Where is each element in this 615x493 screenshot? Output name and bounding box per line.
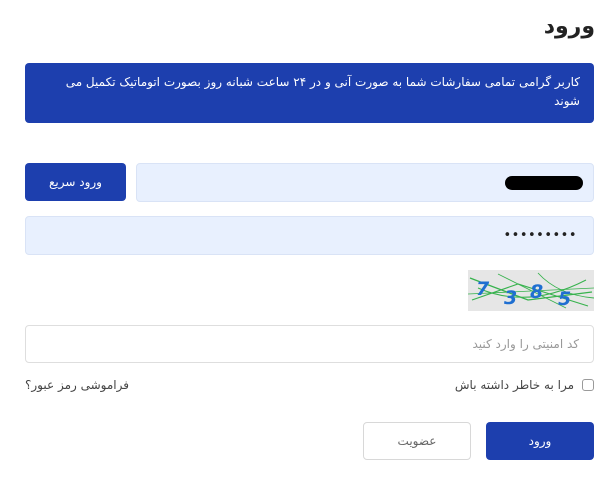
username-field[interactable] bbox=[136, 163, 594, 202]
quick-login-button[interactable]: ورود سریع bbox=[25, 163, 126, 201]
page-title: ورود bbox=[543, 14, 595, 39]
notice-text: کاربر گرامی تمامی سفارشات شما به صورت آن… bbox=[65, 75, 580, 108]
captcha-digit: 5 bbox=[558, 288, 571, 310]
remember-me[interactable]: مرا به خاطر داشته باش bbox=[455, 378, 594, 392]
captcha-input[interactable] bbox=[25, 325, 594, 363]
captcha-digit: 8 bbox=[530, 281, 543, 303]
signup-button[interactable]: عضویت bbox=[363, 422, 471, 460]
captcha-digit: 3 bbox=[504, 287, 517, 309]
forgot-password-link[interactable]: فراموشی رمز عبور؟ bbox=[25, 378, 129, 392]
checkbox-unchecked-icon[interactable] bbox=[582, 379, 594, 391]
captcha-digit: 7 bbox=[476, 278, 490, 300]
password-field[interactable]: ••••••••• bbox=[25, 216, 594, 255]
captcha-graphic: 7 3 8 5 bbox=[467, 270, 595, 311]
redacted-username bbox=[505, 176, 583, 190]
captcha-image: 7 3 8 5 bbox=[467, 270, 595, 311]
remember-me-label: مرا به خاطر داشته باش bbox=[454, 378, 574, 392]
info-notice: کاربر گرامی تمامی سفارشات شما به صورت آن… bbox=[25, 63, 594, 123]
password-value: ••••••••• bbox=[503, 228, 577, 243]
login-button[interactable]: ورود bbox=[486, 422, 594, 460]
